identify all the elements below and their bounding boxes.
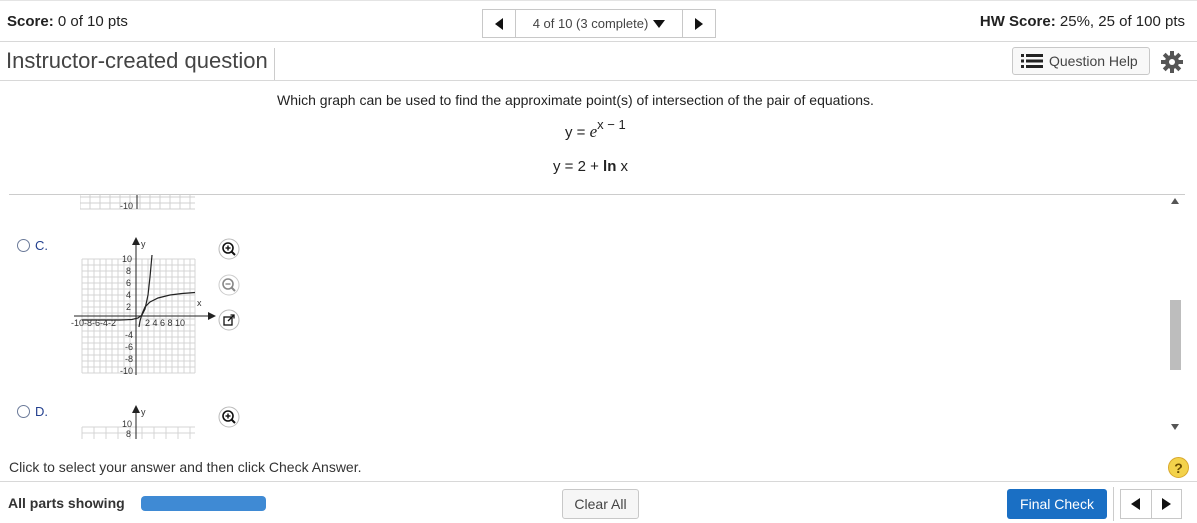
- option-d-label[interactable]: D.: [35, 404, 48, 419]
- zoom-in-icon[interactable]: [218, 406, 240, 428]
- y-axis-label: y: [141, 239, 146, 249]
- equation-2-ln: ln: [603, 158, 617, 175]
- question-header: Instructor-created question Question Hel…: [0, 42, 1197, 81]
- question-counter-text: 4 of 10 (3 complete): [532, 16, 649, 31]
- option-c-label[interactable]: C.: [35, 238, 48, 253]
- bottom-separator: [1113, 487, 1114, 521]
- x-tick-labels-negative: -10-8-6-4-2: [71, 318, 116, 328]
- parts-progress-bar: [141, 496, 266, 511]
- right-arrow-icon: [1161, 498, 1171, 510]
- x-axis-arrow-icon: [208, 312, 216, 320]
- y-axis-arrow-icon: [132, 237, 140, 245]
- help-question-icon[interactable]: ?: [1168, 457, 1189, 478]
- instruction-text: Click to select your answer and then cli…: [9, 459, 362, 475]
- equation-1-lhs: y =: [565, 124, 590, 141]
- y-tick-label: 10: [122, 254, 132, 264]
- question-counter-dropdown[interactable]: 4 of 10 (3 complete): [516, 9, 682, 38]
- y-tick-label: -10: [120, 366, 133, 376]
- scrollbar-thumb[interactable]: [1170, 300, 1181, 370]
- option-c-radio[interactable]: [17, 239, 30, 252]
- option-b-graph-partial: -10: [80, 195, 195, 211]
- hw-score-value: 25%, 25 of 100 pts: [1059, 13, 1185, 30]
- open-external-icon[interactable]: [218, 309, 240, 331]
- question-prompt: Which graph can be used to find the appr…: [277, 92, 874, 108]
- caret-down-icon: [653, 19, 666, 28]
- bottom-next-button[interactable]: [1152, 490, 1182, 518]
- y-tick-label: -4: [125, 330, 133, 340]
- option-b-tick-label: -10: [120, 201, 133, 211]
- left-arrow-icon: [495, 17, 503, 30]
- bottom-nav: [1120, 489, 1182, 519]
- bottom-previous-button[interactable]: [1121, 490, 1152, 518]
- y-tick-label: 8: [126, 266, 131, 276]
- clear-all-button[interactable]: Clear All: [562, 489, 639, 519]
- left-arrow-icon: [1131, 498, 1141, 510]
- y-tick-label: 10: [122, 419, 132, 429]
- final-check-button[interactable]: Final Check: [1007, 489, 1107, 519]
- score-display: Score: 0 of 10 pts: [7, 13, 128, 30]
- scroll-down-arrow-icon[interactable]: [1171, 424, 1179, 430]
- y-tick-label: -6: [125, 342, 133, 352]
- right-arrow-icon: [695, 17, 703, 30]
- y-tick-label: 8: [126, 429, 131, 439]
- parts-label: All parts showing: [8, 495, 125, 511]
- next-question-button[interactable]: [682, 9, 716, 38]
- settings-gear-icon[interactable]: [1160, 50, 1184, 74]
- scroll-up-arrow-icon[interactable]: [1171, 198, 1179, 204]
- answer-options-area[interactable]: -10 C. y x 10 8 6 4 2 -10-8-6-4-2 2 4 6 …: [0, 195, 1197, 439]
- equation-1-exponent: x − 1: [597, 117, 626, 132]
- y-tick-label: 2: [126, 302, 131, 312]
- y-tick-label: -8: [125, 354, 133, 364]
- x-axis-label: x: [197, 298, 202, 308]
- hw-score-display: HW Score: 25%, 25 of 100 pts: [980, 13, 1185, 30]
- equation-2: y = 2 + ln x: [553, 158, 628, 175]
- option-d-graph-partial: y 10 8: [81, 405, 195, 439]
- previous-question-button[interactable]: [482, 9, 516, 38]
- top-bar: Score: 0 of 10 pts 4 of 10 (3 complete) …: [0, 0, 1197, 42]
- list-icon: [1021, 54, 1043, 68]
- y-axis-arrow-icon: [132, 405, 140, 413]
- option-d-radio[interactable]: [17, 405, 30, 418]
- equation-1: y = ex − 1: [565, 117, 626, 142]
- question-help-label: Question Help: [1049, 53, 1138, 69]
- y-tick-label: 6: [126, 278, 131, 288]
- score-value: 0 of 10 pts: [57, 13, 128, 30]
- zoom-in-icon[interactable]: [218, 238, 240, 260]
- y-axis-label: y: [141, 407, 146, 417]
- x-tick-labels-positive: 2 4 6 8 10: [145, 318, 185, 328]
- hw-score-label: HW Score:: [979, 13, 1056, 30]
- option-c-graph: y x 10 8 6 4 2 -10-8-6-4-2 2 4 6 8 10 -4…: [71, 237, 216, 376]
- question-nav: 4 of 10 (3 complete): [482, 9, 716, 38]
- score-label: Score:: [7, 13, 54, 30]
- equation-2-lhs: y = 2 +: [553, 158, 604, 175]
- zoom-out-icon[interactable]: [218, 274, 240, 296]
- question-help-button[interactable]: Question Help: [1012, 47, 1150, 75]
- y-tick-label: 4: [126, 290, 131, 300]
- equation-2-var: x: [616, 158, 629, 175]
- bottom-bar: All parts showing Clear All Final Check: [0, 481, 1197, 523]
- vertical-scrollbar[interactable]: [1167, 195, 1184, 439]
- question-title: Instructor-created question: [6, 48, 275, 80]
